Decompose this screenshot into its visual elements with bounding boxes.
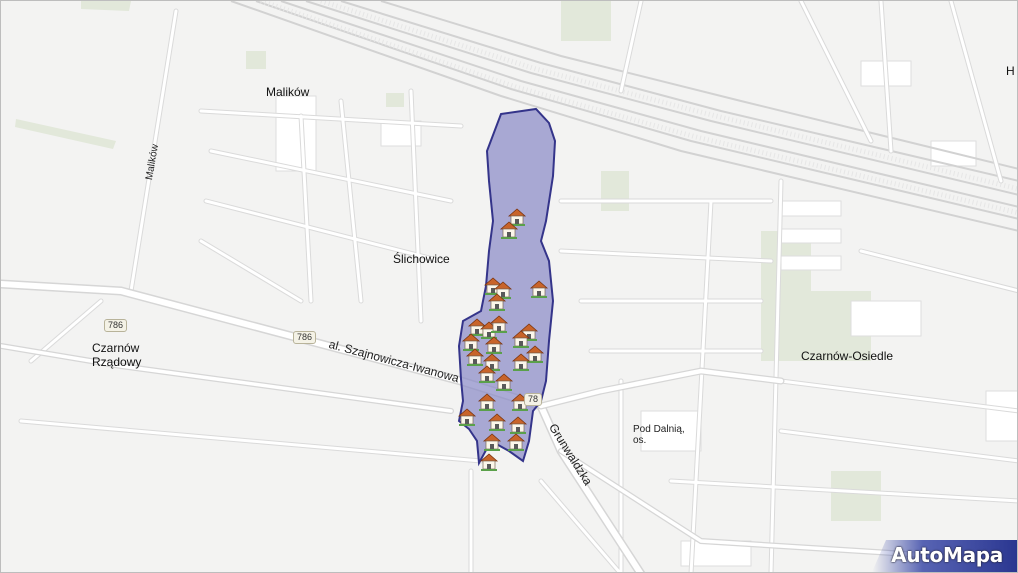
house-marker-icon: [526, 345, 544, 364]
house-marker-icon: [508, 208, 526, 227]
place-label-pod-dalnia-line2: os.: [633, 435, 647, 446]
markers-layer: [458, 208, 548, 472]
place-label-pod-dalnia-line1: Pod Dalnią,: [633, 424, 685, 435]
house-marker-icon: [507, 433, 525, 452]
house-marker-icon: [512, 353, 530, 372]
place-label-czarnow-rzadowy-line2: Rządowy: [92, 355, 142, 369]
house-marker-icon: [530, 280, 548, 299]
house-marker-group: [458, 208, 548, 472]
house-marker-icon: [480, 453, 498, 472]
route-shield-786: 786: [104, 319, 128, 332]
house-marker-icon: [488, 413, 506, 432]
house-marker-icon: [495, 373, 513, 392]
map-canvas[interactable]: Malików Ślichowice Czarnów Rządowy Czarn…: [0, 0, 1018, 573]
house-marker-icon: [483, 433, 501, 452]
place-label-edge: H: [1006, 64, 1015, 78]
automapa-logo: AutoMapa: [872, 540, 1017, 572]
house-marker-icon: [490, 315, 508, 334]
house-marker-icon: [485, 336, 503, 355]
route-shield-786: 786: [293, 331, 317, 344]
place-label-slichowice: Ślichowice: [393, 252, 450, 266]
house-marker-icon: [466, 348, 484, 367]
house-marker-icon: [478, 393, 496, 412]
place-label-czarnow-osiedle: Czarnów-Osiedle: [801, 349, 894, 363]
house-marker-icon: [509, 416, 527, 435]
automapa-logo-text: AutoMapa: [891, 543, 1003, 567]
house-marker-icon: [462, 333, 480, 352]
route-shield-78: 78: [524, 393, 543, 406]
place-label-czarnow-rzadowy-line1: Czarnów: [92, 341, 140, 355]
house-marker-icon: [458, 408, 476, 427]
place-label-malikow: Malików: [266, 85, 310, 99]
